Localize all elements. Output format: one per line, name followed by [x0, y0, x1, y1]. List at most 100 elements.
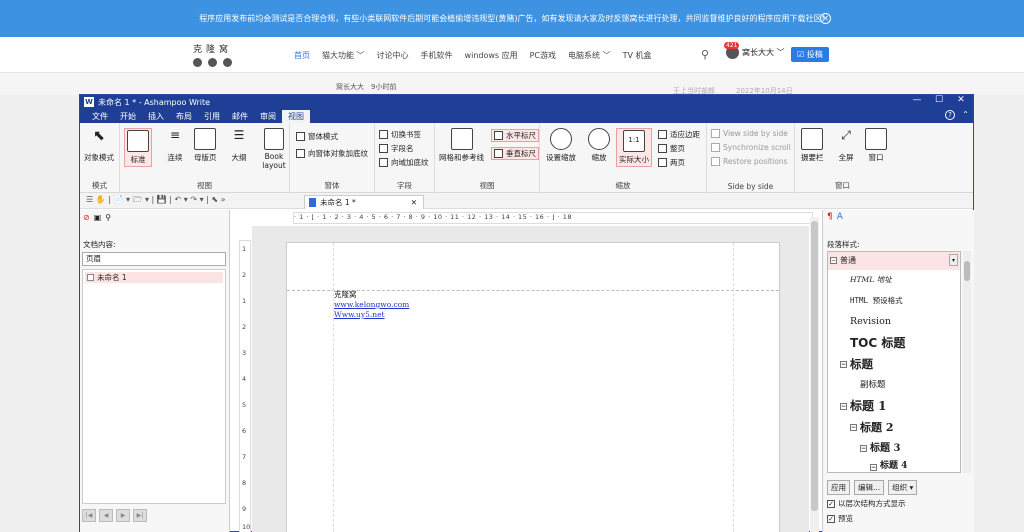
scroll-thumb[interactable]	[811, 221, 818, 511]
document-tab[interactable]: 未命名 1 * ✕	[304, 195, 424, 209]
apply-button[interactable]: 应用	[827, 480, 850, 495]
tab-home[interactable]: 开始	[114, 110, 142, 123]
help-icon[interactable]: ?	[945, 110, 955, 120]
tab-references[interactable]: 引用	[198, 110, 226, 123]
form-shading-button[interactable]: 向窗体对象加底纹	[296, 148, 368, 159]
tab-mailings[interactable]: 邮件	[226, 110, 254, 123]
tab-view[interactable]: 视图	[282, 110, 310, 123]
close-icon[interactable]: ✕	[820, 13, 831, 24]
nav-item-home[interactable]: 首页	[294, 50, 310, 61]
two-pages-button[interactable]: 两页	[658, 157, 685, 168]
style-item[interactable]: 副标题	[828, 375, 960, 396]
tab-file[interactable]: 文件	[86, 110, 114, 123]
close-tab-icon[interactable]: ✕	[411, 198, 417, 207]
book-layout-button[interactable]: Book layout	[260, 128, 288, 170]
nav-item-os[interactable]: 电脑系统 ﹀	[568, 50, 611, 61]
checkbox[interactable]: ✓	[827, 499, 835, 508]
tab-review[interactable]: 审阅	[254, 110, 282, 123]
zoom-button[interactable]: 缩放	[588, 128, 610, 163]
object-mode-button[interactable]: ⬉ 对象模式	[84, 128, 114, 163]
paragraph-style-icon[interactable]: ¶	[827, 212, 833, 222]
search-icon[interactable]: ⚲	[701, 48, 709, 61]
restore-positions-button[interactable]: Restore positions	[711, 157, 787, 166]
character-style-icon[interactable]: A	[837, 212, 843, 222]
window-button[interactable]: 窗口	[865, 128, 887, 163]
view-side-by-side-button[interactable]: View side by side	[711, 129, 788, 138]
nav-item-forum[interactable]: 讨论中心	[377, 50, 409, 61]
preview-checkbox-row[interactable]: ✓ 预览	[827, 513, 853, 524]
vertical-ruler[interactable]: 1 2 1 2 3 4 5 6 7 8 9 10	[239, 240, 251, 532]
nav-item-features[interactable]: 猫大功能 ﹀	[322, 50, 365, 61]
nav-item-pcgames[interactable]: PC游戏	[530, 50, 556, 61]
prev-button[interactable]: ◀	[99, 509, 113, 522]
style-item[interactable]: HTML 地址	[828, 270, 960, 290]
style-item[interactable]: − 标题	[828, 354, 960, 375]
close-button[interactable]: ✕	[950, 95, 972, 105]
style-item[interactable]: Revision	[828, 311, 960, 332]
scroll-thumb[interactable]	[964, 261, 970, 281]
minimize-button[interactable]: —	[906, 95, 928, 105]
organize-button[interactable]: 组织 ▾	[888, 480, 918, 495]
style-item[interactable]: − 标题 1	[828, 396, 960, 417]
nav-item-tv[interactable]: TV 机盒	[623, 50, 652, 61]
master-page-button[interactable]: 母版页	[194, 128, 217, 163]
edit-button[interactable]: 编辑...	[854, 480, 885, 495]
form-mode-button[interactable]: 窗体模式	[296, 131, 338, 142]
tab-layout[interactable]: 布局	[170, 110, 198, 123]
document-scrollbar[interactable]	[810, 217, 819, 532]
continuous-view-button[interactable]: ≡ 连续	[164, 128, 186, 163]
doc-link[interactable]: Www.uy5.net	[334, 310, 409, 320]
last-button[interactable]: ▶|	[133, 509, 147, 522]
style-item[interactable]: − 标题 4	[828, 459, 960, 472]
vertical-ruler-button[interactable]: 垂直标尺	[491, 147, 539, 160]
master-page-icon	[194, 128, 217, 150]
style-list-scrollbar[interactable]	[963, 251, 971, 473]
outline-view-button[interactable]: ☰ 大纲	[228, 128, 250, 163]
hierarchy-checkbox-row[interactable]: ✓ 以层次结构方式显示	[827, 498, 906, 509]
fullscreen-button[interactable]: ⤢ 全屏	[835, 128, 857, 163]
post-button[interactable]: ☑ 投稿	[791, 47, 829, 62]
content-type-select[interactable]: 页眉	[82, 252, 226, 266]
sync-scroll-button[interactable]: Synchronize scroll	[711, 143, 791, 152]
next-button[interactable]: ▶	[116, 509, 130, 522]
document-page[interactable]: 克隆窝 www.kelongwo.com Www.uy5.net	[286, 242, 780, 532]
toggle-bookmark-button[interactable]: 切换书签	[379, 129, 421, 140]
style-item[interactable]: − 标题 2	[828, 417, 960, 438]
style-item[interactable]: HTML 预设格式	[828, 290, 960, 311]
doc-line: 克隆窝	[334, 290, 357, 299]
set-zoom-button[interactable]: 设置缩放	[546, 128, 576, 163]
horizontal-ruler[interactable]: · 1 · ⌊ · 1 · 2 · 3 · 4 · 5 · 6 · 7 · 8 …	[293, 212, 813, 224]
site-logo[interactable]: 克隆窝	[193, 42, 239, 67]
search-icon[interactable]: ⚲	[105, 213, 111, 222]
doc-link[interactable]: www.kelongwo.com	[334, 300, 409, 310]
first-button[interactable]: |◀	[82, 509, 96, 522]
user-menu[interactable]: 421 窝长大大 ﹀	[724, 42, 785, 59]
horizontal-ruler-button[interactable]: 水平标尺	[491, 129, 539, 142]
window-icon	[865, 128, 887, 150]
group-view2: 网格和参考线 水平标尺 垂直标尺 视图	[435, 123, 540, 193]
nav-item-windows[interactable]: windows 应用	[465, 50, 518, 61]
checkbox[interactable]: ✓	[827, 514, 835, 523]
field-name-button[interactable]: 字段名	[379, 143, 414, 154]
fit-margins-button[interactable]: 适应边距	[658, 129, 700, 140]
toolbar-icons[interactable]: ☰ ✋ | 📄 ▾ 🗁 ▾ | 💾 | ↶ ▾ ↷ ▾ | ⬉ »	[86, 194, 226, 208]
style-item[interactable]: − 普通 ▾	[828, 252, 960, 270]
whole-page-button[interactable]: 整页	[658, 143, 685, 154]
document-text[interactable]: 克隆窝 www.kelongwo.com Www.uy5.net	[334, 290, 409, 320]
grid-guides-button[interactable]: 网格和参考线	[439, 128, 484, 163]
field-shading-button[interactable]: 向域加底纹	[379, 157, 429, 168]
list-item[interactable]: 未命名 1	[85, 272, 223, 283]
save-icon[interactable]: ▣	[94, 213, 102, 222]
nav-item-mobile[interactable]: 手机软件	[421, 50, 453, 61]
tab-insert[interactable]: 插入	[142, 110, 170, 123]
style-dropdown-icon[interactable]: ▾	[949, 254, 958, 266]
checkbox[interactable]	[87, 274, 94, 281]
style-item[interactable]: TOC 标题	[828, 332, 960, 354]
standard-view-button[interactable]: 标准	[124, 128, 152, 167]
maximize-button[interactable]: ☐	[928, 95, 950, 105]
style-item[interactable]: − 标题 3	[828, 438, 960, 459]
navigator-icon[interactable]: ⊘	[83, 213, 90, 222]
toolbars-button[interactable]: 摄要栏	[801, 128, 824, 163]
collapse-ribbon-icon[interactable]: ⌃	[962, 110, 969, 119]
actual-size-button[interactable]: 1:1 实际大小	[616, 128, 652, 167]
